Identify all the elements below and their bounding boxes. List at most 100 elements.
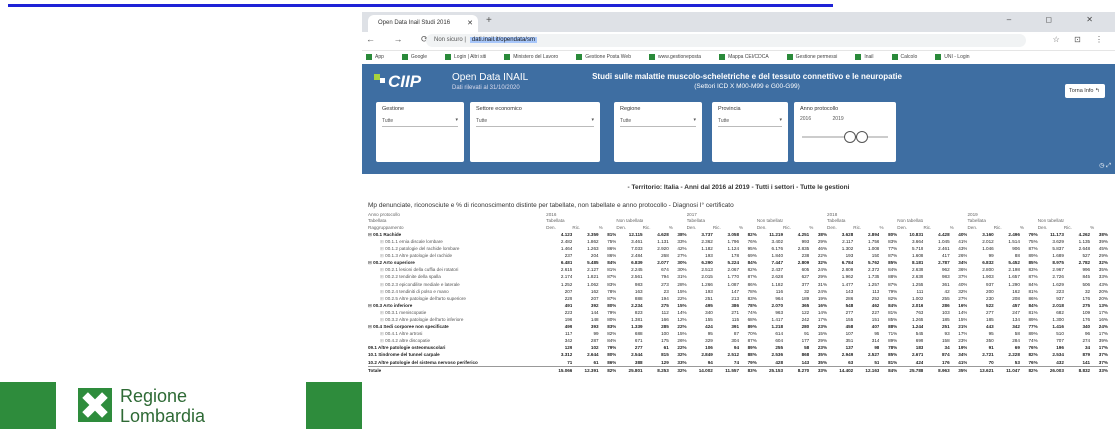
- table-cell: 86%: [1028, 295, 1038, 301]
- new-tab-icon[interactable]: +: [486, 15, 492, 26]
- table-row[interactable]: 00.4 Sedi corporee non specificate 499 393…: [368, 323, 1108, 330]
- table-cell: 29%: [1098, 253, 1108, 259]
- bookmark-item[interactable]: Gestione Posta Web: [576, 53, 631, 60]
- bookmark-item[interactable]: Ministero del Lavoro: [504, 53, 558, 60]
- filter-select[interactable]: Tutte ▾: [620, 117, 696, 127]
- bookmark-item[interactable]: Login | Altri siti: [445, 53, 487, 60]
- filter-select[interactable]: Tutte ▾: [476, 117, 594, 127]
- table-cell: 147: [731, 288, 740, 294]
- table-cell: 3.737: [701, 231, 713, 237]
- table-cell: 432: [1056, 359, 1064, 365]
- table-cell: 185: [942, 317, 950, 323]
- table-cell: 3.402: [771, 238, 784, 244]
- table-cell: 63: [848, 359, 854, 365]
- chevron-down-icon: ▾: [779, 117, 782, 123]
- table-cell: 93: [944, 331, 950, 337]
- table-row[interactable]: 00.1.2 patologie del rachide lombare 1.46…: [368, 245, 1108, 252]
- table-row[interactable]: 00.2.4 tendiniti di polso e mano 207 162 78…: [368, 288, 1108, 295]
- table-cell: 1.796: [727, 238, 740, 244]
- table-row[interactable]: 00.3 Arto inferiore 491 392 80% 2.234 275 15% 4…: [368, 302, 1108, 309]
- table-cell: 247: [1012, 309, 1020, 315]
- table-cell: 2.639: [911, 274, 924, 280]
- bookmark-item[interactable]: UNI - Login: [935, 53, 970, 60]
- table-cell: 879: [1082, 352, 1091, 358]
- table-cell: 1.756: [867, 238, 880, 244]
- bookmark-item[interactable]: Calcolo: [891, 53, 917, 60]
- table-row[interactable]: 00.1 Rachide 4.123 3.359 81% 12.115 4.628 38% 3…: [368, 231, 1108, 238]
- table-cell: 2.362: [701, 238, 713, 244]
- table-cell: 33%: [677, 359, 687, 365]
- table-cell: 83%: [607, 324, 617, 330]
- table-cell: 134: [1012, 317, 1020, 323]
- table-cell: 86%: [607, 253, 617, 259]
- browser-tab[interactable]: Open Data Inail Studi 2016 ✕: [368, 15, 478, 32]
- table-cell: 8.253: [642, 365, 669, 374]
- table-row[interactable]: 09.1 Altre patologie osteomuscolari 129 10…: [368, 344, 1108, 351]
- filter-gestione[interactable]: Gestione Tutte ▾: [376, 102, 464, 162]
- table-cell: 34: [1084, 345, 1091, 351]
- bookmark-item[interactable]: Gestione permessi: [786, 53, 837, 60]
- bookmark-item[interactable]: Google: [401, 53, 427, 60]
- table-cell: 84%: [1028, 281, 1038, 287]
- table-cell: 874: [942, 352, 950, 358]
- table-row[interactable]: Totale 15.066 12.391 82% 25.801 8.253 32% 14.00…: [368, 365, 1108, 374]
- table-row[interactable]: 00.2.3 epicondilite mediale e laterale 1.…: [368, 281, 1108, 288]
- filter-regione[interactable]: Regione Tutte ▾: [614, 102, 702, 162]
- table-cell: 230: [986, 295, 994, 301]
- table-row[interactable]: 00.4.2 altre discopatie 342 287 84% 671 175 26…: [368, 337, 1108, 344]
- table-row[interactable]: 10.1 Sindrome del tunnel carpale 3.312 2.6…: [368, 351, 1108, 358]
- table-cell: 83%: [888, 238, 898, 244]
- table-cell: 229: [564, 295, 573, 301]
- filter-select[interactable]: Tutte ▾: [382, 117, 458, 127]
- years-label: Anno protocollo: [800, 106, 839, 112]
- pivot-table: Anno protocollo 2016 2017 2018 2019 Tabellata…: [368, 212, 1108, 374]
- table-row[interactable]: 00.1.1 ernia discale lombare 2.482 1.862 75…: [368, 238, 1108, 245]
- table-cell: 39%: [1098, 338, 1108, 344]
- table-row[interactable]: 00.2.5 Altre patologie dell'arto superio…: [368, 295, 1108, 302]
- table-cell: 21%: [958, 324, 968, 330]
- bookmark-item[interactable]: Inail: [855, 53, 874, 60]
- table-row[interactable]: 00.2.2 tendinite della spalla 2.174 1.821 8…: [368, 273, 1108, 280]
- year-slider-handle-start[interactable]: [844, 131, 856, 143]
- bookmark-label: Login | Altri siti: [454, 54, 487, 60]
- filter-provincia[interactable]: Provincia Tutte ▾: [712, 102, 788, 162]
- filter-settore[interactable]: Settore economico Tutte ▾: [470, 102, 600, 162]
- table-row[interactable]: 00.2.1 lesioni della cuffia dei rotatori…: [368, 266, 1108, 273]
- table-row[interactable]: 10.2 Altre patologie del sistema nervoso…: [368, 359, 1108, 367]
- filter-select[interactable]: Tutte ▾: [718, 117, 782, 127]
- table-cell: 35%: [1098, 267, 1108, 273]
- table-row[interactable]: 00.1.3 Altre patologie del rachide 237 204…: [368, 252, 1108, 259]
- table-cell: 82%: [747, 231, 757, 237]
- window-controls[interactable]: – ◻ ✕: [1007, 15, 1109, 24]
- bookmark-item[interactable]: www.gestioneposta: [649, 53, 701, 60]
- table-cell: 79%: [888, 288, 898, 294]
- table-cell: 25.801: [616, 365, 643, 374]
- filter-label: Gestione: [382, 106, 405, 112]
- row-label: 00.1.1 ernia discale lombare: [368, 238, 546, 245]
- year-slider-handle-end[interactable]: [856, 131, 868, 143]
- filter-anno-protocollo[interactable]: Anno protocollo 2016 2019: [794, 102, 896, 162]
- table-cell: 33%: [809, 365, 828, 374]
- bookmark-icon: [504, 53, 511, 60]
- bookmark-item[interactable]: App: [366, 53, 384, 60]
- table-row[interactable]: 00.3.2 Altre patologie dell'arto inferio…: [368, 316, 1108, 323]
- table-cell: 2.482: [560, 238, 573, 244]
- table-cell: 1.263: [587, 246, 599, 252]
- table-cell: 1.290: [1008, 281, 1020, 287]
- table-cell: 1.821: [587, 274, 599, 280]
- corner-icons[interactable]: ◷ ⤢: [1099, 162, 1111, 170]
- toolbar-icons[interactable]: ☆ ⊡ ⋮: [1053, 35, 1109, 44]
- table-cell: 78%: [888, 345, 898, 351]
- table-cell: 5.837: [1052, 246, 1064, 252]
- table-row[interactable]: 00.3.1 meniscopatie 223 144 79% 823 112 14% 340…: [368, 309, 1108, 316]
- url-field[interactable]: Non sicuro | dati.inail.it/opendata/sm: [426, 34, 1026, 47]
- bookmark-item[interactable]: Mappa CEI/CDCA: [719, 53, 769, 60]
- table-cell: 1.735: [867, 274, 880, 280]
- year-to: 2019: [832, 116, 844, 122]
- close-tab-icon[interactable]: ✕: [467, 15, 473, 32]
- table-row[interactable]: 00.2 Arto superiore 6.481 5.485 84% 6.839 2.0…: [368, 259, 1108, 266]
- table-row[interactable]: 00.4.1 Altre artrosi 117 99 82% 688 100 15% 95 8…: [368, 330, 1108, 337]
- table-cell: 3.160: [982, 231, 994, 237]
- back-button[interactable]: Torna Info ↰: [1065, 84, 1105, 98]
- table-cell: 392: [590, 302, 599, 308]
